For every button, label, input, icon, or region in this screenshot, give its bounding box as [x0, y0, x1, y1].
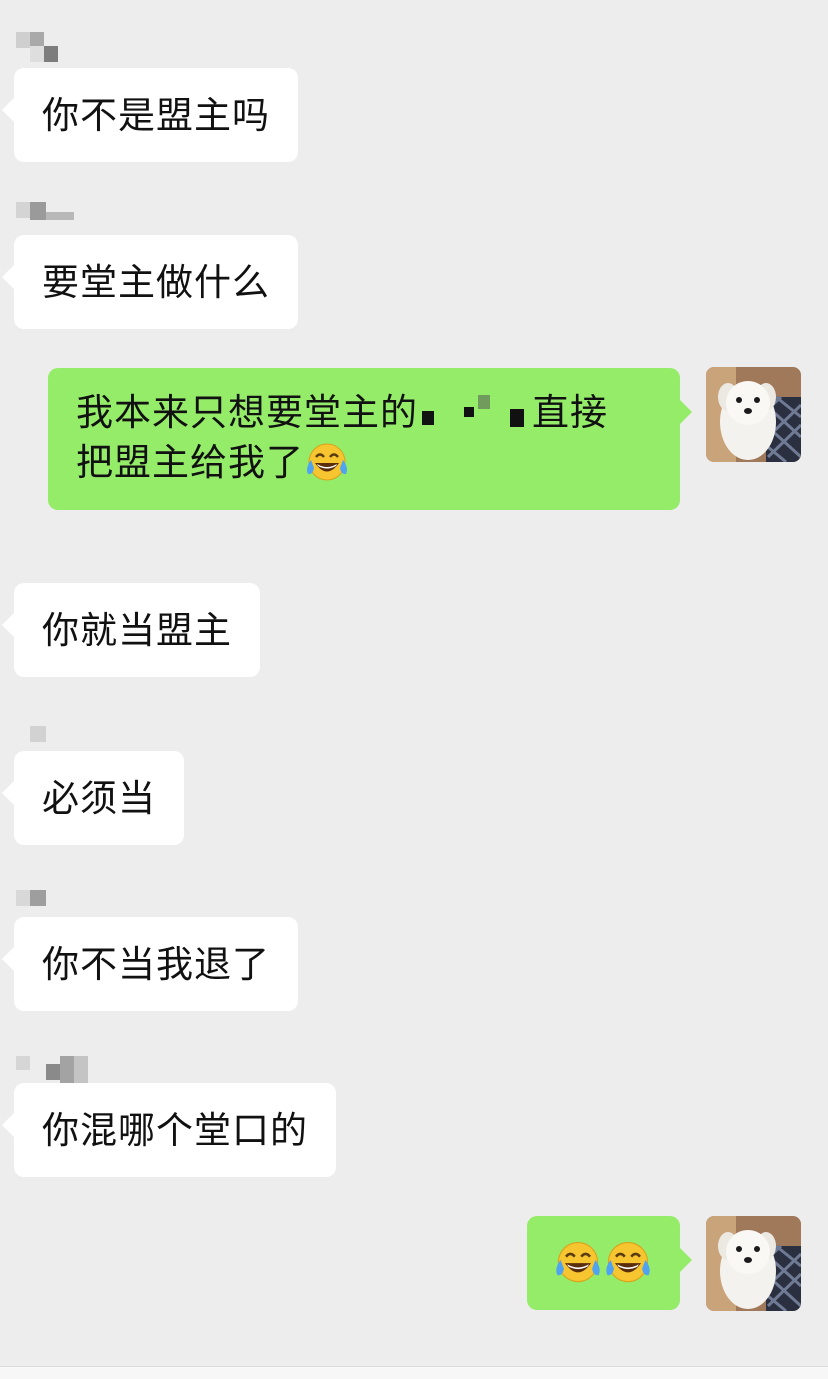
message-text: 要堂主做什么 [42, 261, 270, 304]
white-dog-avatar-icon[interactable] [706, 367, 801, 462]
message-text: 你就当盟主 [42, 609, 232, 652]
incoming-message-bubble[interactable]: 你不是盟主吗 [2, 68, 298, 162]
message-text: 必须当 [42, 777, 156, 820]
incoming-message-bubble[interactable]: 你不当我退了 [2, 917, 298, 1011]
incoming-message-bubble[interactable]: 你混哪个堂口的 [2, 1083, 336, 1177]
face-with-tears-of-joy-icon [553, 1237, 603, 1298]
face-with-tears-of-joy-icon [603, 1237, 653, 1298]
message-text: 你不是盟主吗 [42, 94, 270, 137]
incoming-message-bubble[interactable]: 必须当 [2, 751, 184, 845]
redacted-text-mosaic [418, 393, 532, 433]
incoming-message-bubble[interactable]: 要堂主做什么 [2, 235, 298, 329]
face-with-tears-of-joy-icon [304, 440, 350, 495]
message-text: 你混哪个堂口的 [42, 1109, 308, 1152]
incoming-message-bubble[interactable]: 你就当盟主 [2, 583, 260, 677]
input-bar-edge [0, 1366, 828, 1379]
message-text: 你不当我退了 [42, 943, 270, 986]
message-text: 我本来只想要堂主的 [76, 391, 418, 434]
chat-message-list[interactable]: 你不是盟主吗 要堂主做什么 我本来只想要堂主的 直接 把盟主给我了 你就当盟主 … [0, 0, 828, 1366]
message-text: 直接 [532, 391, 608, 434]
white-dog-avatar-icon[interactable] [706, 1216, 801, 1311]
message-text: 把盟主给我了 [76, 441, 304, 484]
outgoing-message-bubble[interactable] [527, 1216, 692, 1310]
outgoing-message-bubble[interactable]: 我本来只想要堂主的 直接 把盟主给我了 [48, 368, 692, 510]
message-line: 我本来只想要堂主的 直接 [76, 388, 654, 438]
message-line: 把盟主给我了 [76, 438, 654, 488]
